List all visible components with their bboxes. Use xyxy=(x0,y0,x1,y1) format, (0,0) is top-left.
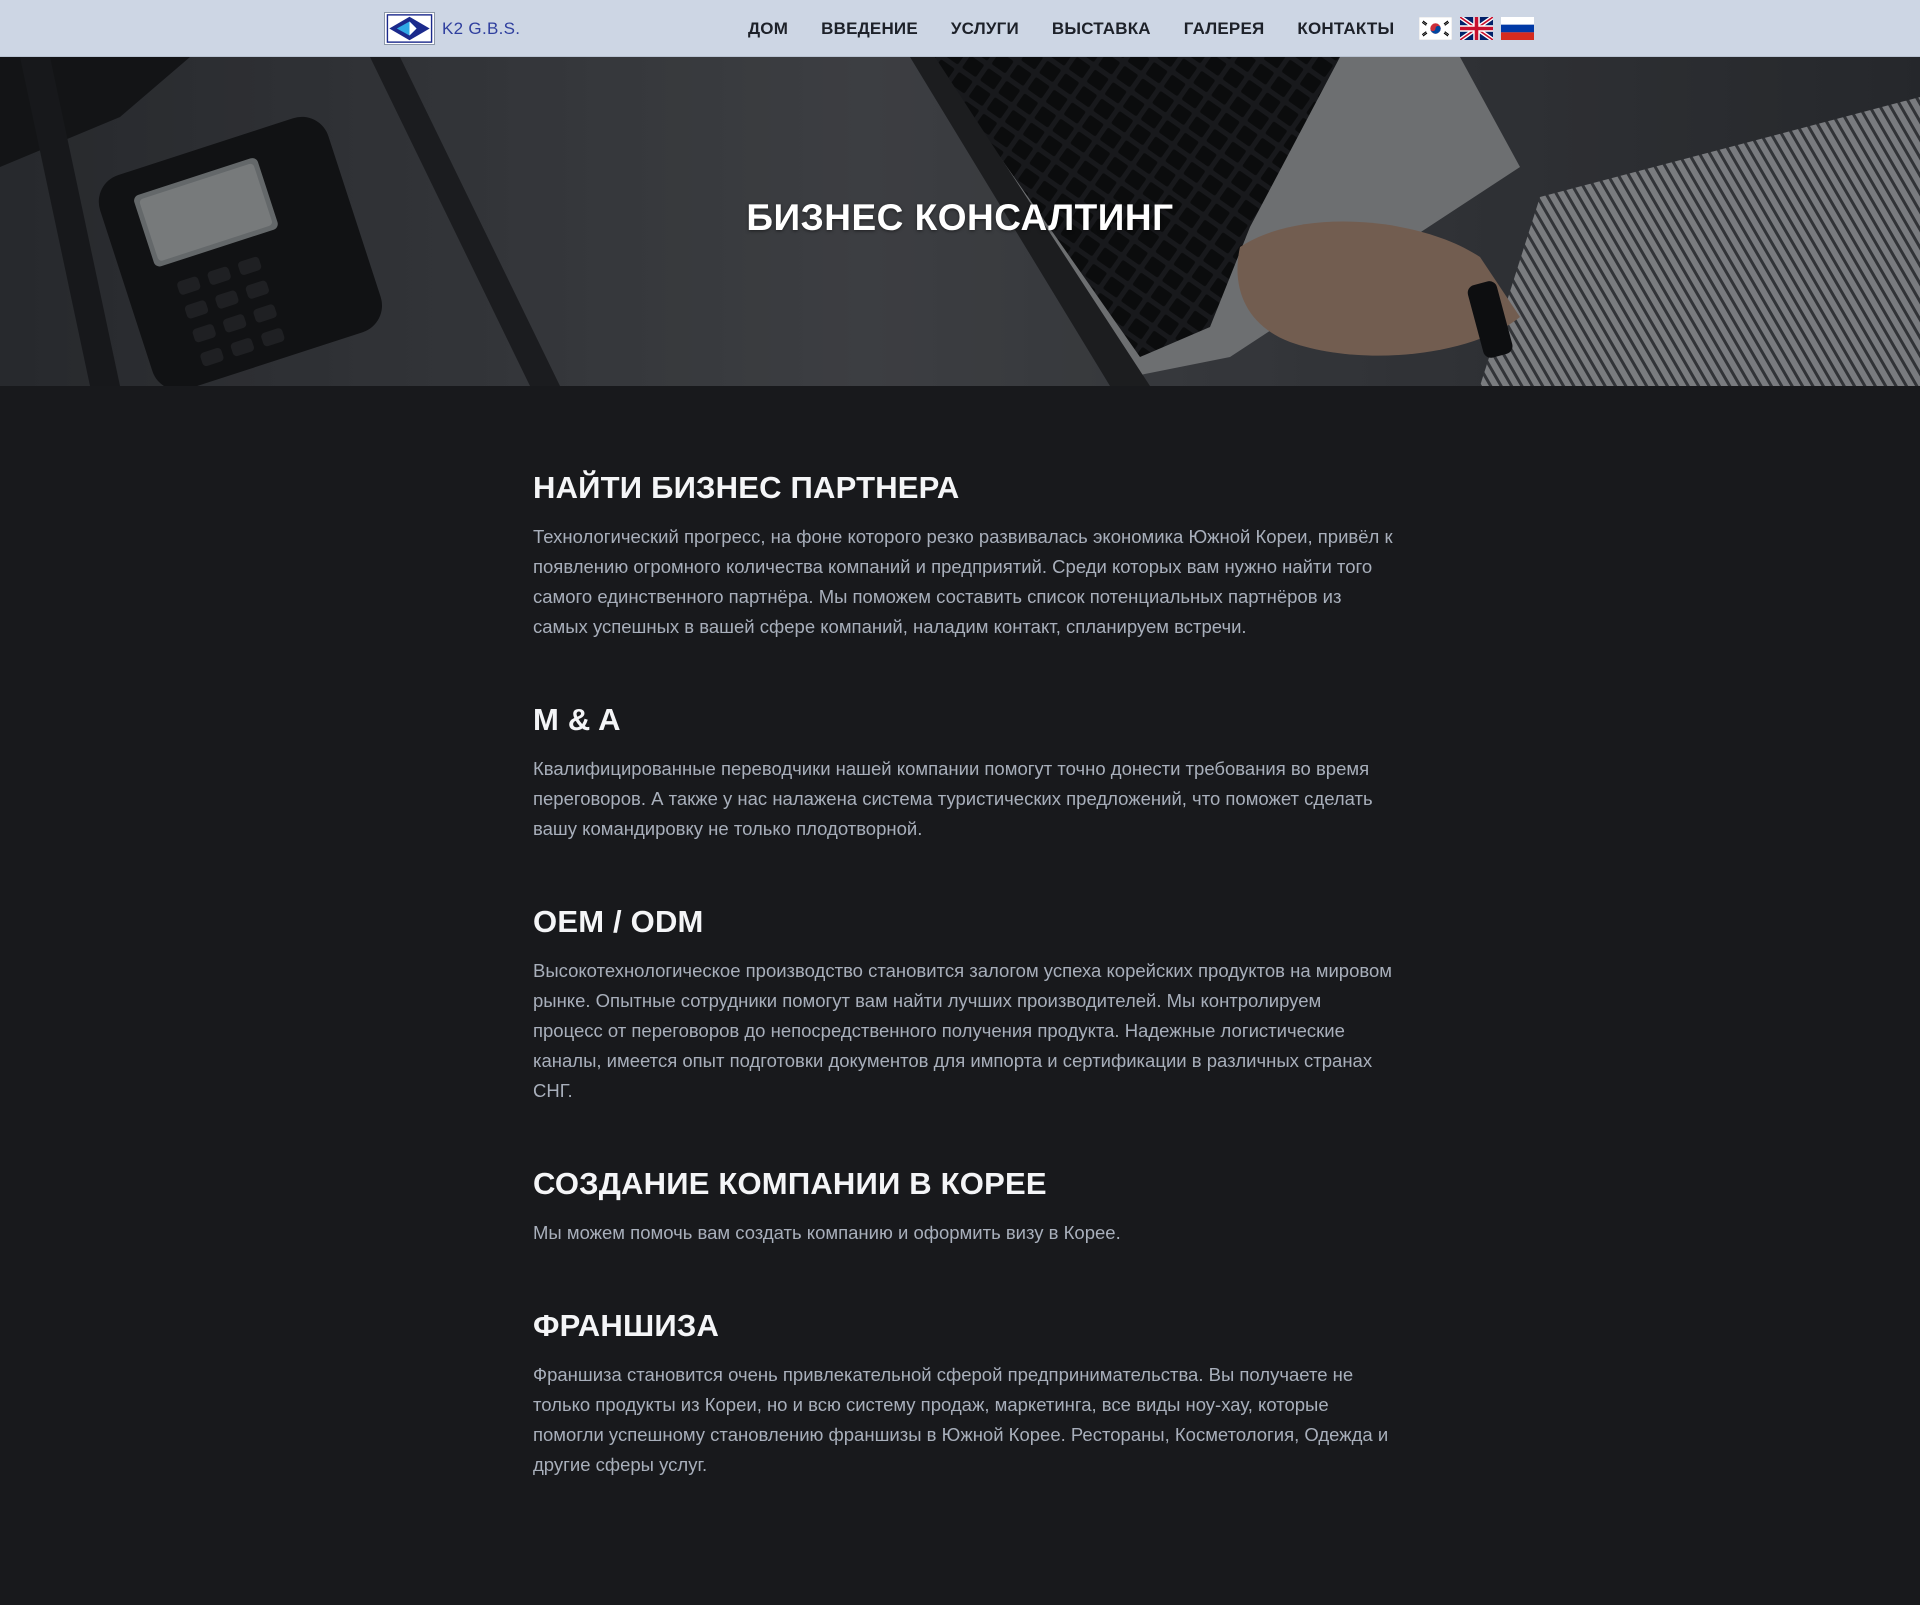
service-description: Технологический прогресс, на фоне которо… xyxy=(533,526,1393,637)
service-description: Квалифицированные переводчики нашей комп… xyxy=(533,758,1373,839)
service-title: M & A xyxy=(533,702,621,737)
service-title: СОЗДАНИЕ КОМПАНИИ В КОРЕЕ xyxy=(533,1166,1047,1201)
menu-item-services: УСЛУГИ xyxy=(951,19,1019,39)
service-section: НАЙТИ БИЗНЕС ПАРТНЕРА Технологический пр… xyxy=(533,468,1393,642)
service-section: СОЗДАНИЕ КОМПАНИИ В КОРЕЕ Мы можем помоч… xyxy=(533,1164,1393,1248)
uk-flag-icon[interactable] xyxy=(1460,17,1493,40)
menu-item-gallery: ГАЛЕРЕЯ xyxy=(1184,19,1265,39)
nav-link-services[interactable]: УСЛУГИ xyxy=(951,19,1019,38)
menu-item-contacts: КОНТАКТЫ xyxy=(1297,19,1394,39)
nav-link-contacts[interactable]: КОНТАКТЫ xyxy=(1297,19,1394,38)
brand-name: K2 G.B.S. xyxy=(442,18,521,38)
service-description: Высокотехнологическое производство стано… xyxy=(533,960,1393,1101)
top-navbar: K2 G.B.S. ДОМ ВВЕДЕНИЕ УСЛУГИ ВЫСТАВКА Г… xyxy=(0,0,1920,57)
brand-home-link[interactable]: K2 G.B.S. xyxy=(384,12,520,45)
korea-flag-icon[interactable] xyxy=(1419,17,1452,40)
russia-flag-icon[interactable] xyxy=(1501,17,1534,40)
menu-item-exhibition: ВЫСТАВКА xyxy=(1052,19,1151,39)
services-content: НАЙТИ БИЗНЕС ПАРТНЕРА Технологический пр… xyxy=(533,386,1393,1538)
nav-link-home[interactable]: ДОМ xyxy=(748,19,788,38)
service-title: НАЙТИ БИЗНЕС ПАРТНЕРА xyxy=(533,470,960,505)
service-section: M & A Квалифицированные переводчики наше… xyxy=(533,700,1393,844)
main-menu: ДОМ ВВЕДЕНИЕ УСЛУГИ ВЫСТАВКА ГАЛЕРЕЯ КОН… xyxy=(748,0,1394,57)
service-title: ФРАНШИЗА xyxy=(533,1308,720,1343)
k2-logo-icon xyxy=(384,12,435,45)
service-description: Франшиза становится очень привлекательно… xyxy=(533,1364,1389,1475)
service-title: OEM / ODM xyxy=(533,904,704,939)
nav-link-intro[interactable]: ВВЕДЕНИЕ xyxy=(821,19,918,38)
hero-banner: БИЗНЕС КОНСАЛТИНГ xyxy=(0,57,1920,386)
service-description: Мы можем помочь вам создать компанию и о… xyxy=(533,1222,1121,1243)
service-section: OEM / ODM Высокотехнологическое производ… xyxy=(533,902,1393,1106)
nav-link-gallery[interactable]: ГАЛЕРЕЯ xyxy=(1184,19,1265,38)
service-section: ФРАНШИЗА Франшиза становится очень привл… xyxy=(533,1306,1393,1480)
page-title: БИЗНЕС КОНСАЛТИНГ xyxy=(746,197,1174,238)
menu-item-intro: ВВЕДЕНИЕ xyxy=(821,19,918,39)
menu-item-home: ДОМ xyxy=(748,19,788,39)
nav-link-exhibition[interactable]: ВЫСТАВКА xyxy=(1052,19,1151,38)
language-switcher xyxy=(1419,17,1534,40)
